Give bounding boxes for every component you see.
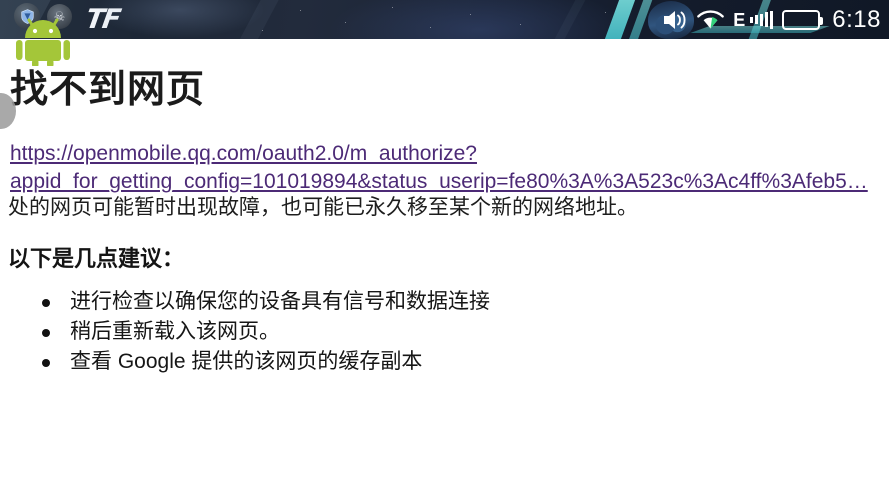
- error-page-content: 找不到网页 https://openmobile.qq.com/oauth2.0…: [0, 39, 889, 500]
- wallpaper-star: [605, 12, 606, 13]
- clock: 6:18: [832, 5, 881, 33]
- signal-bars-icon: [750, 10, 774, 29]
- error-url-line-1: https://openmobile.qq.com/oauth2.0/m_aut…: [10, 142, 477, 165]
- list-item: 查看 Google 提供的该网页的缓存副本: [38, 347, 490, 377]
- wallpaper-star: [300, 10, 301, 11]
- skull-glyph: ☠: [53, 9, 66, 24]
- list-item: 进行检查以确保您的设备具有信号和数据连接: [38, 287, 490, 317]
- error-url-link[interactable]: https://openmobile.qq.com/oauth2.0/m_aut…: [10, 140, 889, 196]
- list-item: 稍后重新载入该网页。: [38, 317, 490, 347]
- error-body-text: 处的网页可能暂时出现故障，也可能已永久移至某个新的网络地址。: [8, 196, 638, 219]
- wallpaper-ribbon: [625, 0, 656, 39]
- battery-icon: [782, 9, 824, 30]
- network-type-label: E: [733, 9, 746, 30]
- wallpaper-star: [430, 27, 431, 28]
- wallpaper-star: [262, 30, 263, 31]
- wallpaper-star: [520, 24, 521, 25]
- skull-app-icon[interactable]: ☠: [47, 4, 72, 29]
- volume-icon: [662, 9, 688, 31]
- error-url-line-2: appid_for_getting_config=101019894&statu…: [10, 170, 868, 193]
- phone-screen: ☠ TF E 6:18 找不到网页 https://openmobile.qq.…: [0, 0, 889, 500]
- wallpaper-star: [345, 22, 346, 23]
- wallpaper-ribbon: [601, 0, 639, 39]
- status-bar-system-icons[interactable]: E 6:18: [662, 0, 881, 39]
- shield-app-icon[interactable]: [14, 3, 40, 29]
- app-logo: TF: [84, 4, 245, 35]
- suggestions-heading: 以下是几点建议：: [8, 246, 185, 271]
- wallpaper-star: [470, 14, 471, 15]
- wallpaper-star: [392, 7, 393, 8]
- page-title: 找不到网页: [10, 69, 206, 111]
- wallpaper-streak: [550, 0, 590, 39]
- status-bar[interactable]: ☠ TF E 6:18: [0, 0, 889, 39]
- suggestion-list: 进行检查以确保您的设备具有信号和数据连接 稍后重新载入该网页。 查看 Googl…: [38, 287, 490, 377]
- wifi-icon: [697, 9, 725, 30]
